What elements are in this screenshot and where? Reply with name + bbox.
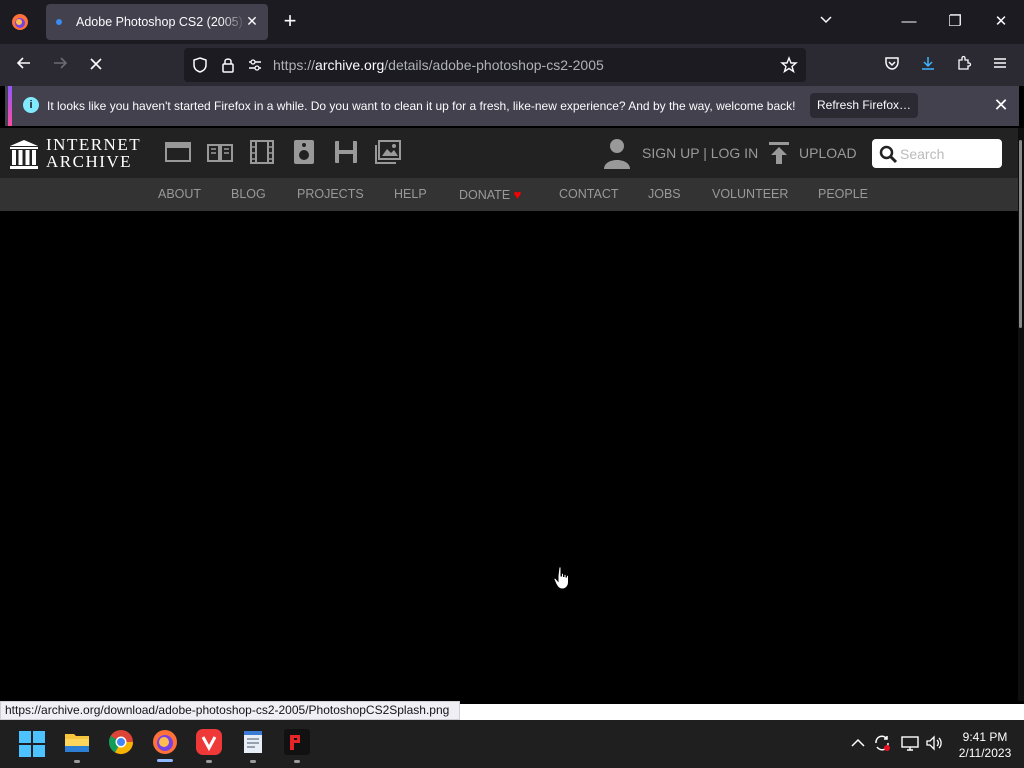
ia-top-nav: ABOUT BLOG PROJECTS HELP DONATE ♥ CONTAC… [0,178,1018,211]
notepad-icon[interactable] [239,728,267,756]
images-icon[interactable] [375,139,401,165]
firefox-view-icon[interactable] [8,10,32,34]
hamburger-menu-icon[interactable] [986,52,1014,78]
texts-icon[interactable] [207,139,233,165]
new-tab-button[interactable]: + [278,10,302,34]
restore-button[interactable]: ❐ [943,10,967,34]
extensions-icon[interactable] [950,52,978,78]
volume-icon[interactable] [925,734,943,752]
hand-cursor-icon [553,566,569,590]
tab-active[interactable]: Adobe Photoshop CS2 (2005) : a ✕ [46,4,268,40]
firefox-active-indicator [157,759,173,762]
ia-logo[interactable]: INTERNET ARCHIVE [9,135,144,171]
network-icon[interactable] [901,734,919,752]
lock-icon[interactable] [219,56,237,74]
sync-icon[interactable] [873,734,891,752]
notification-bar: i It looks like you haven't started Fire… [5,86,1019,126]
audio-icon[interactable] [291,139,317,165]
address-bar[interactable]: https://archive.org/details/adobe-photos… [184,48,806,82]
nav-contact[interactable]: CONTACT [559,187,619,201]
nav-blog[interactable]: BLOG [231,187,266,201]
forward-button[interactable] [46,52,74,78]
pocket-icon[interactable] [878,52,906,78]
notepad-running-indicator [250,760,256,763]
clock-time: 9:41 PM [962,730,1008,744]
web-icon[interactable] [165,139,191,165]
tab-title: Adobe Photoshop CS2 (2005) : a [76,15,246,29]
bookmark-star-icon[interactable] [780,56,798,74]
app-icon[interactable] [283,728,311,756]
tracking-protection-shield-icon[interactable] [191,56,209,74]
notification-message: It looks like you haven't started Firefo… [47,99,796,113]
tab-close-icon[interactable]: ✕ [244,13,260,29]
archive-building-icon [10,140,38,169]
upload-icon[interactable] [768,141,790,165]
firefox-icon[interactable] [151,728,179,756]
nav-people[interactable]: PEOPLE [818,187,868,201]
software-icon[interactable] [333,139,359,165]
stop-loading-button[interactable] [82,52,110,78]
file-explorer-icon[interactable] [63,728,91,756]
app-running-indicator [294,760,300,763]
link-status-bar: https://archive.org/download/adobe-photo… [0,701,460,720]
nav-donate[interactable]: DONATE ♥ [459,187,521,202]
chrome-icon[interactable] [107,728,135,756]
search-icon[interactable] [879,145,898,164]
scrollbar-thumb[interactable] [1019,140,1022,328]
start-icon[interactable] [19,731,45,757]
nav-volunteer[interactable]: VOLUNTEER [712,187,788,201]
permissions-icon[interactable] [246,56,264,74]
tab-loading-icon [56,19,62,25]
logo-text-archive: ARCHIVE [46,152,133,171]
search-input[interactable] [900,144,996,163]
refresh-firefox-button[interactable]: Refresh Firefox… [810,93,918,118]
vivaldi-running-indicator [206,760,212,763]
info-icon: i [23,97,39,113]
list-all-tabs-icon[interactable] [814,10,838,34]
upload-link[interactable]: UPLOAD [799,145,857,161]
signup-login-link[interactable]: SIGN UP | LOG IN [642,145,758,161]
show-hidden-icons-chevron-icon[interactable] [849,734,867,752]
nav-projects[interactable]: PROJECTS [297,187,364,201]
explorer-running-indicator [74,760,80,763]
notification-close-icon[interactable]: ✕ [992,96,1010,114]
windows-taskbar: 9:41 PM 2/11/2023 [0,720,1024,768]
close-window-button[interactable]: ✕ [989,10,1013,34]
heart-icon: ♥ [513,187,522,202]
nav-help[interactable]: HELP [394,187,427,201]
nav-jobs[interactable]: JOBS [648,187,681,201]
minimize-button[interactable]: — [897,10,921,34]
system-clock[interactable]: 9:41 PM 2/11/2023 [950,729,1020,761]
vivaldi-icon[interactable] [195,728,223,756]
clock-date: 2/11/2023 [958,746,1012,760]
navigation-toolbar: https://archive.org/details/adobe-photos… [0,44,1024,86]
nav-about[interactable]: ABOUT [158,187,201,201]
downloads-icon[interactable] [914,52,942,78]
page-bottom-strip [460,704,1024,720]
page-content-area[interactable] [0,211,1018,701]
nav-donate-label: DONATE [459,188,511,202]
browser-tab-bar: Adobe Photoshop CS2 (2005) : a ✕ + — ❐ ✕ [0,0,1024,44]
video-icon[interactable] [249,139,275,165]
url-text[interactable]: https://archive.org/details/adobe-photos… [273,57,604,73]
user-avatar-icon[interactable] [602,137,632,169]
ia-header: INTERNET ARCHIVE SIGN UP | LOG IN UPLOAD [0,128,1018,178]
ia-search-box[interactable] [872,139,1002,168]
back-button[interactable] [10,52,38,78]
